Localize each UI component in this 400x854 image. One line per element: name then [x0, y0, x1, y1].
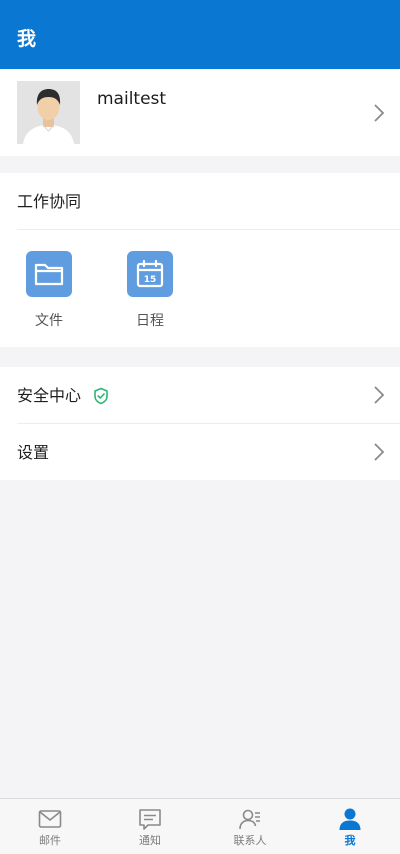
app-header: 我 — [0, 0, 400, 69]
files-tile[interactable]: 文件 — [19, 251, 79, 331]
person-icon — [339, 808, 361, 830]
page-title: 我 — [17, 28, 37, 50]
tab-label: 我 — [344, 834, 356, 847]
tab-me[interactable]: 我 — [300, 799, 400, 854]
tab-contacts[interactable]: 联系人 — [200, 799, 300, 854]
tab-label: 联系人 — [233, 834, 267, 847]
contacts-icon — [239, 809, 260, 830]
chevron-right-icon — [374, 386, 385, 404]
files-label: 文件 — [35, 313, 63, 329]
divider — [17, 229, 400, 230]
profile-card[interactable]: mailtest — [0, 69, 400, 156]
tab-mail[interactable]: 邮件 — [0, 799, 100, 854]
bottom-tab-bar: 邮件 通知 联系人 我 — [0, 798, 400, 854]
shield-check-icon — [94, 387, 108, 405]
work-collab-card: 工作协同 文件 15 日程 — [0, 173, 400, 347]
notification-icon — [139, 809, 161, 830]
tab-label: 邮件 — [39, 834, 61, 847]
chevron-right-icon — [374, 443, 385, 461]
security-center-item[interactable]: 安全中心 — [0, 367, 400, 423]
tab-label: 通知 — [139, 834, 161, 847]
tab-notifications[interactable]: 通知 — [100, 799, 200, 854]
settings-label: 设置 — [17, 443, 50, 462]
schedule-tile[interactable]: 15 日程 — [120, 251, 180, 331]
avatar[interactable] — [17, 81, 80, 144]
security-center-label: 安全中心 — [17, 386, 82, 405]
calendar-day: 15 — [144, 275, 157, 285]
folder-icon — [26, 251, 72, 297]
calendar-icon: 15 — [127, 251, 173, 297]
section-title: 工作协同 — [17, 192, 82, 211]
settings-item[interactable]: 设置 — [0, 424, 400, 480]
chevron-right-icon — [374, 104, 385, 122]
mail-icon — [38, 810, 62, 828]
settings-list: 安全中心 设置 — [0, 367, 400, 480]
schedule-label: 日程 — [136, 313, 164, 329]
username: mailtest — [97, 89, 167, 109]
